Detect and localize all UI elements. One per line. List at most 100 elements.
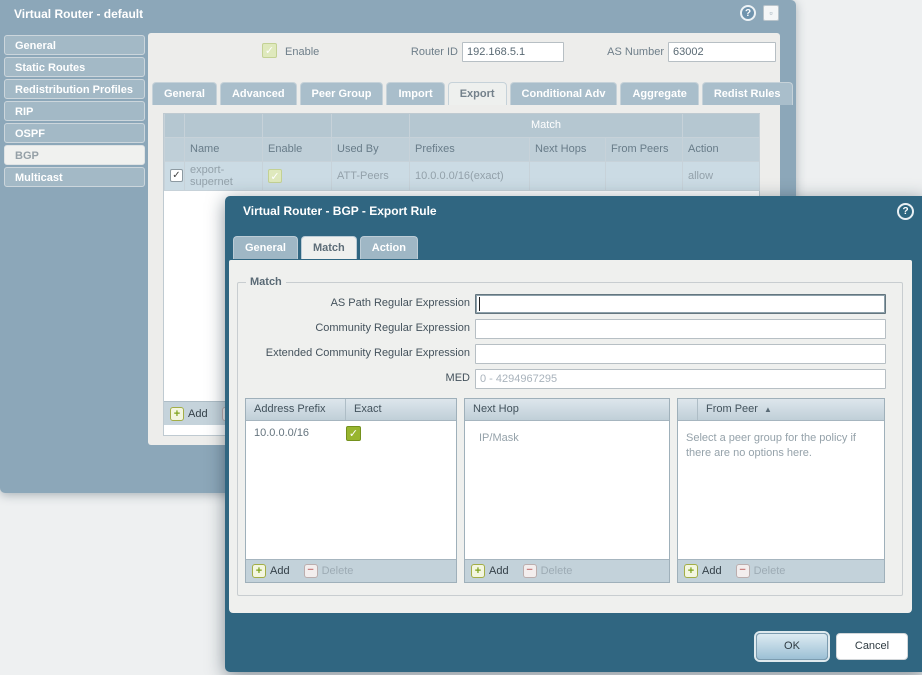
tab-conditional-adv[interactable]: Conditional Adv (509, 82, 618, 105)
enable-label: Enable (285, 46, 320, 58)
ext-community-label: Extended Community Regular Expression (265, 347, 470, 359)
col-used-by[interactable]: Used By (331, 137, 410, 162)
col-next-hop[interactable]: Next Hop (465, 399, 669, 420)
med-label: MED (445, 372, 470, 384)
community-row: Community Regular Expression (229, 319, 912, 339)
selector-col (678, 399, 698, 420)
tab-action[interactable]: Action (359, 236, 418, 259)
help-icon[interactable]: ? (897, 203, 914, 220)
col-from-peer[interactable]: From Peer ▲ (698, 399, 884, 420)
router-id-label: Router ID (410, 46, 458, 58)
ext-community-input[interactable] (475, 344, 886, 364)
text-caret (479, 297, 480, 311)
table-row[interactable]: ✓ export- supernet ✓ ATT-Peers 10.0.0.0/… (164, 161, 760, 191)
cell-next-hops (529, 161, 606, 191)
address-prefix-footer: + Add − Delete (246, 559, 456, 582)
next-hop-placeholder: IP/Mask (479, 432, 519, 444)
dialog-title: Virtual Router - default (14, 7, 144, 21)
exact-checkbox[interactable]: ✓ (346, 425, 361, 441)
dialog-title: Virtual Router - BGP - Export Rule (243, 204, 437, 218)
row-select-checkbox[interactable]: ✓ (170, 169, 183, 182)
sidebar-item-general[interactable]: General (4, 35, 145, 55)
col-exact[interactable]: Exact (346, 399, 456, 420)
cancel-button[interactable]: Cancel (836, 633, 908, 660)
col-name[interactable]: Name (184, 137, 263, 162)
next-hop-body: IP/Mask (465, 421, 669, 559)
as-path-row: AS Path Regular Expression (229, 294, 912, 314)
col-prefixes[interactable]: Prefixes (409, 137, 530, 162)
cell-used-by: ATT-Peers (331, 161, 410, 191)
community-label: Community Regular Expression (315, 322, 470, 334)
router-id-input[interactable] (462, 42, 564, 62)
tab-advanced[interactable]: Advanced (219, 82, 297, 105)
export-rule-dialog: Virtual Router - BGP - Export Rule ? Gen… (225, 196, 922, 672)
col-enable[interactable]: Enable (262, 137, 332, 162)
add-icon: + (471, 564, 485, 578)
from-peer-panel: From Peer ▲ Select a peer group for the p… (677, 398, 885, 583)
col-next-hops[interactable]: Next Hops (529, 137, 606, 162)
delete-icon: − (522, 564, 537, 578)
from-peer-footer: + Add − Delete (678, 559, 884, 582)
as-path-label: AS Path Regular Expression (330, 297, 470, 309)
ext-community-row: Extended Community Regular Expression (229, 344, 912, 364)
col-from-peers[interactable]: From Peers (605, 137, 683, 162)
community-input[interactable] (475, 319, 886, 339)
next-hop-footer: + Add − Delete (465, 559, 669, 582)
sidebar-item-static-routes[interactable]: Static Routes (4, 57, 145, 77)
sidebar-item-multicast[interactable]: Multicast (4, 167, 145, 187)
next-hop-header: Next Hop (465, 399, 669, 421)
col-action[interactable]: Action (682, 137, 760, 162)
as-number-input[interactable] (668, 42, 776, 62)
match-group-header: Match (409, 114, 683, 138)
add-next-hop-button[interactable]: + Add (471, 564, 509, 578)
cell-name: export- supernet (184, 161, 263, 191)
add-icon: + (252, 564, 266, 578)
prefix-value: 10.0.0.0/16 (254, 427, 310, 439)
from-peer-header: From Peer ▲ (678, 399, 884, 421)
sidebar-item-redistribution-profiles[interactable]: Redistribution Profiles (4, 79, 145, 99)
address-prefix-body: 10.0.0.0/16 ✓ (246, 421, 456, 559)
tab-match[interactable]: Match (300, 236, 357, 259)
tab-peer-group[interactable]: Peer Group (299, 82, 384, 105)
restore-window-icon[interactable]: ▫ (763, 5, 779, 21)
prefix-row[interactable]: 10.0.0.0/16 ✓ (246, 421, 456, 445)
cell-from-peers (605, 161, 683, 191)
tab-export[interactable]: Export (447, 82, 507, 105)
col-address-prefix[interactable]: Address Prefix (246, 399, 346, 420)
tab-aggregate[interactable]: Aggregate (620, 82, 699, 105)
sort-asc-icon: ▲ (763, 405, 772, 414)
as-number-label: AS Number (607, 46, 664, 58)
table-group-header-row: Match (164, 114, 760, 138)
match-legend: Match (250, 276, 282, 288)
add-icon: + (684, 564, 698, 578)
tab-general[interactable]: General (233, 236, 298, 259)
help-icon[interactable]: ? (740, 5, 756, 21)
cell-action: allow (682, 161, 760, 191)
address-prefix-panel: Address Prefix Exact 10.0.0.0/16 ✓ + Add… (245, 398, 457, 583)
enable-checkbox[interactable]: ✓ (262, 43, 277, 58)
row-enable-checkbox: ✓ (268, 168, 282, 183)
match-tab-content: Match AS Path Regular Expression Communi… (229, 260, 912, 613)
sidebar-item-ospf[interactable]: OSPF (4, 123, 145, 143)
add-prefix-button[interactable]: + Add (252, 564, 290, 578)
ok-button[interactable]: OK (756, 633, 828, 660)
add-from-peer-button[interactable]: + Add (684, 564, 722, 578)
export-rule-tabbar: General Match Action (233, 236, 418, 259)
delete-prefix-button[interactable]: − Delete (303, 564, 353, 578)
sidebar-item-bgp[interactable]: BGP (4, 145, 145, 165)
tab-import[interactable]: Import (386, 82, 445, 105)
cell-prefixes: 10.0.0.0/16(exact) (409, 161, 530, 191)
add-rule-button[interactable]: + Add (170, 406, 208, 421)
med-input[interactable] (475, 369, 886, 389)
from-peer-body: Select a peer group for the policy if th… (678, 421, 884, 559)
next-hop-panel: Next Hop IP/Mask + Add − Delete (464, 398, 670, 583)
bgp-tabbar: General Advanced Peer Group Import Expor… (152, 82, 793, 105)
delete-from-peer-button[interactable]: − Delete (735, 564, 785, 578)
as-path-input[interactable] (475, 294, 886, 314)
delete-icon: − (303, 564, 318, 578)
sidebar-item-rip[interactable]: RIP (4, 101, 145, 121)
tab-redist-rules[interactable]: Redist Rules (701, 82, 793, 105)
add-icon: + (170, 406, 184, 421)
tab-general[interactable]: General (152, 82, 217, 105)
delete-next-hop-button[interactable]: − Delete (522, 564, 572, 578)
